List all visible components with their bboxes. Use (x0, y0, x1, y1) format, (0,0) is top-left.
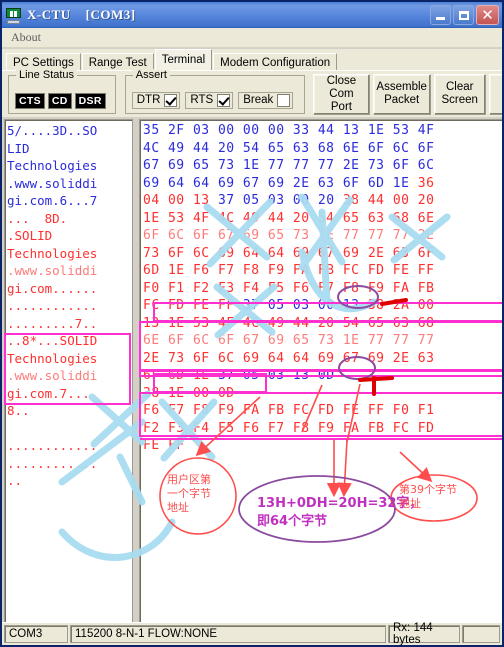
hex-output-pane[interactable]: 35 2F 03 00 00 00 33 44 13 1E 53 4F 4C 4… (139, 119, 502, 624)
hex-segment: F0 F1 F2 F3 F4 F5 F6 F7 F8 F9 FA FB (143, 280, 435, 296)
close-com-port-line1: Close (326, 74, 357, 87)
tab-strip: PC Settings Range Test Terminal Modem Co… (2, 49, 502, 71)
assemble-packet-button[interactable]: Assemble Packet (372, 73, 431, 115)
hex-segment: 13 1E 53 4F 4C 49 44 20 54 65 63 68 (143, 315, 435, 331)
ascii-line: ............ (7, 298, 98, 313)
hex-segment: FE FF (143, 438, 185, 453)
line-status-group: Line Status CTS CD DSR (8, 68, 116, 114)
status-config: 115200 8-N-1 FLOW:NONE (70, 625, 386, 643)
status-bar: COM3 115200 8-N-1 FLOW:NONE Rx: 144 byte… (2, 622, 502, 645)
assert-rts[interactable]: RTS (185, 91, 234, 109)
assert-group: Assert DTR RTS Break (124, 68, 306, 114)
hex-segment: 35 2F 03 00 00 00 33 44 13 1E 53 4F (143, 123, 435, 138)
hide-hex-button[interactable]: Hide Hex (488, 73, 502, 115)
hex-segment: 6E 6F 6C 6F 67 69 65 73 1E 77 77 77 (143, 333, 435, 348)
hex-segment: 69 64 64 69 67 69 2E 63 6F 6D 1E (143, 175, 418, 191)
menu-bar: About (2, 28, 502, 48)
ascii-line: gi.com.6...7 (7, 193, 98, 208)
hex-segment: 38 1E 00 0D (143, 385, 235, 401)
hex-segment: 73 6F 6C 69 64 64 69 67 69 2E 63 6F (143, 245, 435, 261)
ascii-output-text: 5/....3D..SO LID Technologies .www.solid… (5, 120, 132, 490)
ascii-output-pane[interactable]: 5/....3D..SO LID Technologies .www.solid… (4, 119, 133, 624)
line-status-legend: Line Status (16, 68, 78, 81)
terminal-toolbar: Line Status CTS CD DSR Assert DTR RTS Br… (2, 68, 502, 117)
hex-segment: 67 69 65 73 1E 77 77 77 2E 73 6F 6C (143, 158, 435, 173)
window-title: X-CTU [COM3] (27, 7, 136, 22)
ascii-line: 5/....3D..SO (7, 123, 98, 138)
ascii-line: 8.. (7, 403, 30, 418)
led-cts: CTS (15, 92, 45, 109)
close-com-port-button[interactable]: Close Com Port (313, 73, 370, 115)
ascii-line: ............ (7, 455, 98, 471)
menu-item-about[interactable]: About (7, 29, 45, 46)
ascii-line: Technologies (7, 245, 98, 261)
hex-segment: 4C 49 44 20 54 65 63 68 6E 6F 6C 6F (143, 140, 435, 156)
xctu-window: X-CTU [COM3] ✕ About PC Settings Range T… (0, 0, 504, 647)
close-com-port-line2: Com Port (329, 87, 354, 113)
ascii-line: .SOLID (7, 228, 53, 243)
hex-segment: F2 F3 F4 F5 F6 F7 F8 F9 FA FB FC FD (143, 420, 435, 436)
hex-segment: 2E 73 6F 6C 69 64 64 69 67 69 2E 63 (143, 350, 435, 366)
ascii-line: ... 8D. (7, 210, 68, 226)
ascii-line: .www.soliddi (7, 175, 98, 191)
assemble-packet-line1: Assemble (376, 81, 427, 93)
status-rx-bytes: Rx: 144 bytes (388, 622, 460, 645)
terminal-panes: 5/....3D..SO LID Technologies .www.solid… (4, 119, 502, 624)
hex-segment: 6D 1E F6 F7 F8 F9 FA FB FC FD FE FF (143, 263, 435, 278)
ascii-line: ............ (7, 438, 98, 453)
hex-segment: 37 05 03 00 13 (242, 298, 368, 313)
title-bar: X-CTU [COM3] ✕ (2, 2, 502, 28)
hex-segment: 6F 6D 1E (143, 368, 218, 383)
status-extra (462, 625, 500, 643)
hex-segment: 38 44 00 20 (342, 193, 435, 208)
ascii-line: Technologies (7, 158, 98, 173)
maximize-button[interactable] (453, 5, 474, 25)
hex-segment: 6F 6C 6F 67 69 65 73 1E 77 77 77 2E (143, 228, 435, 243)
ascii-line: LID (7, 140, 30, 156)
hex-segment: 1E 53 4F 4C 49 44 20 54 65 63 68 6E (143, 210, 435, 226)
ascii-line: .........7.. (7, 315, 98, 331)
modem-chip-icon (5, 7, 22, 24)
led-dsr: DSR (74, 92, 106, 109)
assert-dtr-checkbox[interactable] (164, 93, 178, 107)
assert-rts-checkbox[interactable] (217, 93, 231, 107)
clear-screen-line1: Clear (445, 81, 474, 93)
assert-dtr[interactable]: DTR (131, 91, 181, 109)
hex-output-text: 35 2F 03 00 00 00 33 44 13 1E 53 4F 4C 4… (140, 120, 502, 455)
assemble-packet-line2: Packet (384, 94, 420, 106)
clear-screen-button[interactable]: Clear Screen (433, 73, 486, 115)
hex-segment: 37 05 03 00 20 (217, 193, 343, 208)
ascii-line: gi.com...... (7, 280, 98, 296)
ascii-line: .. (7, 473, 23, 488)
minimize-button[interactable] (430, 5, 451, 25)
ascii-line: ..8*...SOLID (7, 333, 98, 348)
assert-legend: Assert (132, 68, 170, 81)
assert-dtr-label: DTR (136, 94, 161, 106)
toolbar-buttons: Close Com Port Assemble Packet Clear Scr… (310, 73, 502, 115)
hex-segment: F6 F7 F8 F9 FA FB FC FD FE FF F0 F1 (143, 403, 435, 418)
hex-segment: 37 05 03 13 0D (217, 368, 335, 383)
tab-terminal[interactable]: Terminal (154, 49, 213, 70)
ascii-line: gi.com.7... (7, 385, 90, 401)
ascii-line: Technologies (7, 350, 98, 366)
hex-segment: 38 2A 00 (367, 298, 435, 313)
window-controls: ✕ (430, 5, 500, 25)
assert-rts-label: RTS (190, 94, 214, 106)
assert-break-label: Break (243, 94, 274, 106)
assert-break-checkbox[interactable] (277, 93, 291, 107)
hex-segment: FC FD FE FF (143, 298, 243, 313)
assert-break[interactable]: Break (238, 91, 294, 109)
ascii-line: .www.soliddi (7, 368, 98, 383)
close-button[interactable]: ✕ (476, 5, 499, 25)
led-cd: CD (47, 92, 72, 109)
status-port: COM3 (4, 625, 68, 643)
ascii-line: .www.soliddi (7, 263, 98, 278)
hex-segment: 36 (417, 175, 435, 191)
hex-segment: 04 00 13 (143, 193, 218, 208)
clear-screen-line2: Screen (441, 94, 478, 106)
tab-modem-configuration[interactable]: Modem Configuration (213, 53, 338, 71)
